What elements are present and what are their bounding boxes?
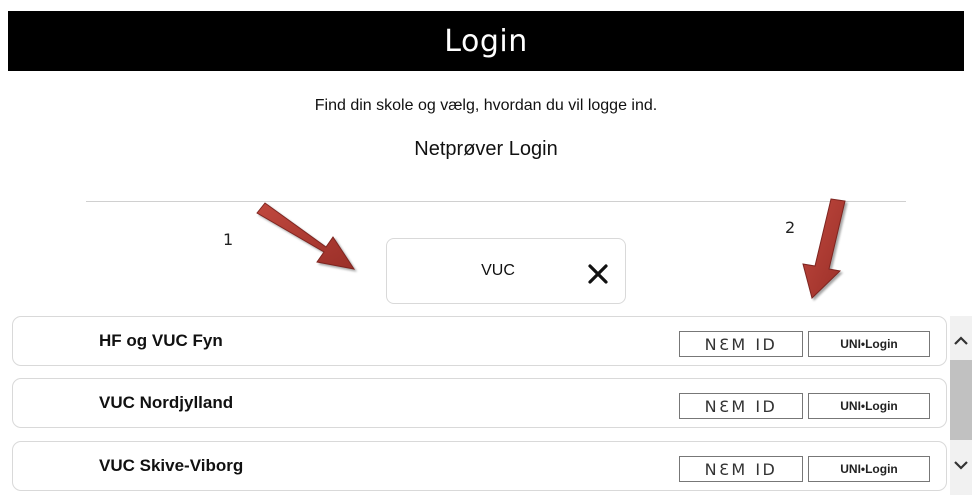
login-subtitle: Netprøver Login [414, 138, 558, 160]
chevron-up-icon[interactable] [952, 332, 970, 350]
page-header-title: Login [444, 23, 528, 59]
annotation-number-2: 2 [785, 218, 796, 237]
school-row: VUC Skive-Viborg NƐM ID UNI•Login [12, 441, 947, 491]
school-search-box [386, 238, 626, 304]
school-row: VUC Nordjylland NƐM ID UNI•Login [12, 378, 947, 428]
header-bar: Login [8, 11, 964, 71]
close-icon[interactable] [584, 260, 612, 288]
instruction-text: Find din skole og vælg, hvordan du vil l… [314, 97, 658, 114]
nemid-login-button[interactable]: NƐM ID [679, 393, 803, 419]
unilogin-button[interactable]: UNI•Login [808, 331, 930, 357]
school-name: VUC Nordjylland [99, 393, 234, 412]
school-name: VUC Skive-Viborg [99, 456, 244, 475]
school-row: HF og VUC Fyn NƐM ID UNI•Login [12, 316, 947, 366]
unilogin-button[interactable]: UNI•Login [808, 456, 930, 482]
divider [86, 201, 906, 202]
school-name: HF og VUC Fyn [99, 331, 223, 350]
scrollbar-thumb[interactable] [950, 360, 972, 440]
list-scrollbar[interactable] [950, 316, 972, 495]
nemid-login-button[interactable]: NƐM ID [679, 456, 803, 482]
nemid-login-button[interactable]: NƐM ID [679, 331, 803, 357]
school-search-input[interactable] [443, 259, 553, 283]
chevron-down-icon[interactable] [952, 456, 970, 474]
annotation-number-1: 1 [223, 230, 234, 249]
unilogin-button[interactable]: UNI•Login [808, 393, 930, 419]
